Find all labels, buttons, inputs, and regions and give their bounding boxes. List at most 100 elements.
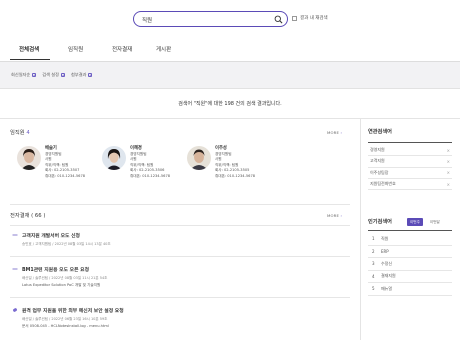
popular-rank: 1	[372, 236, 375, 242]
plus-icon: +	[60, 72, 66, 78]
plus-icon: +	[31, 72, 37, 78]
related-item-label[interactable]: 지원팀전화번호	[370, 181, 396, 187]
related-list: 경영지원 × 고객지원 × 이주성팀장 × 지원팀전화번호 ×	[368, 145, 452, 191]
filter-sort-label: 회신일자순	[11, 72, 31, 77]
employee-mobile: 휴대폰: 010-1234-5678	[215, 173, 256, 178]
avatar	[187, 146, 211, 170]
employees-section-title: 임직원 4	[10, 128, 30, 136]
document-icon	[12, 234, 18, 236]
close-icon[interactable]: ×	[447, 182, 450, 187]
approval-doc-meta: 배산일 / 솔루션팀 / 2022년 08월 03일 11시 21분 54초	[22, 275, 108, 280]
employees-more-label: MORE	[327, 130, 340, 135]
plus-icon: +	[87, 72, 93, 78]
sidebar-divider	[360, 118, 361, 340]
filter-sort[interactable]: 회신일자순 +	[11, 72, 37, 78]
popular-item[interactable]: 3 수정신	[368, 258, 452, 271]
search-within-label: 결과 내 재검색	[300, 16, 328, 21]
popular-rank: 3	[372, 261, 375, 267]
approval-doc-body: 문서 0508-045 - HCLNotesInstall.log - menu…	[22, 324, 109, 328]
popular-list: 1 직원 2 ERP 3 수정신 4 결재지원 5 매뉴얼	[368, 233, 452, 296]
avatar	[17, 146, 41, 170]
filter-attachments[interactable]: 첨부결과 +	[71, 72, 93, 78]
tab-employees[interactable]: 임직원	[59, 45, 97, 60]
employee-office-phone: 회사: 02-2105-3505	[215, 168, 250, 172]
related-item-label[interactable]: 이주성팀장	[370, 170, 388, 176]
popular-item[interactable]: 1 직원	[368, 233, 452, 246]
content-divider	[0, 118, 460, 119]
approval-more-link[interactable]: MORE ›	[327, 213, 342, 218]
popular-item-label[interactable]: 수정신	[381, 261, 392, 267]
employee-office-phone: 회사: 02-2105-3506	[130, 168, 165, 172]
search-within-checkbox[interactable]	[292, 15, 297, 21]
related-title: 연관검색어	[368, 129, 392, 135]
search-within-results[interactable]: 결과 내 재검색	[292, 15, 328, 21]
approval-doc[interactable]: 고객지원 개발서버 오도 신청 송민호 / 고객지원팀 / 2022년 08월 …	[22, 232, 111, 247]
search-icon[interactable]	[274, 15, 283, 24]
filter-settings[interactable]: 검색 설정 +	[42, 72, 66, 78]
chevron-right-icon: ›	[340, 213, 343, 218]
related-item[interactable]: 경영지원 ×	[368, 145, 452, 157]
popular-header-line	[368, 230, 452, 231]
result-message: 검색어 "직원"에 대한 198 건의 검색 결과입니다.	[178, 101, 282, 107]
tab-approval[interactable]: 전자결재	[103, 45, 145, 60]
avatar	[102, 146, 126, 170]
tab-board[interactable]: 게시판	[147, 45, 187, 60]
approval-doc-meta: 배산일 / 솔루션팀 / 2022년 06월 23일 16시 10분 59초	[22, 316, 108, 321]
popular-item[interactable]: 5 매뉴얼	[368, 283, 452, 296]
filter-attachments-label: 첨부결과	[71, 72, 87, 77]
close-icon[interactable]: ×	[447, 170, 450, 175]
filter-bar: 회신일자순 + 검색 설정 + 첨부결과 +	[0, 62, 460, 89]
employees-count: 4	[26, 130, 30, 136]
employee-mobile: 휴대폰: 010-1234-5678	[130, 173, 171, 178]
popular-tabs: 이번주 이번달	[407, 218, 443, 226]
employee-card[interactable]: 이혜경 경영지원팀 사원 직위/직책: 팀원 회사: 02-2105-3506 …	[102, 146, 182, 190]
approval-doc-title[interactable]: 고객지원 개발서버 오도 신청	[22, 232, 111, 239]
filter-settings-label: 검색 설정	[42, 72, 60, 77]
doc-divider	[10, 256, 350, 257]
related-item-label[interactable]: 경영지원	[370, 147, 385, 153]
search-input[interactable]	[142, 15, 262, 24]
related-item[interactable]: 지원팀전화번호 ×	[368, 179, 452, 191]
approval-doc-meta: 송민호 / 고객지원팀 / 2022년 08월 03일 14시 13분 40초	[22, 241, 111, 246]
search-box[interactable]	[133, 11, 288, 27]
approval-doc[interactable]: 원격 업무 지원을 위한 외부 메신저 보안 설정 요청 배산일 / 솔루션팀 …	[22, 307, 124, 329]
approval-doc-body: Lotus Expeditor Solution PoC 개발 및 기술지원	[22, 283, 101, 287]
approval-doc-title[interactable]: BM1관련 지원용 오도 오픈 요청	[22, 266, 107, 273]
employee-card[interactable]: 이주성 경영지원팀 사원 직위/직책: 팀원 회사: 02-2105-3505 …	[187, 146, 267, 190]
popular-tab-month[interactable]: 이번달	[427, 218, 443, 226]
approval-doc[interactable]: BM1관련 지원용 오도 오픈 요청 배산일 / 솔루션팀 / 2022년 08…	[22, 266, 107, 288]
approval-more-label: MORE	[327, 213, 340, 218]
approval-doc-title[interactable]: 원격 업무 지원을 위한 외부 메신저 보안 설정 요청	[22, 307, 124, 314]
chevron-right-icon: ›	[340, 130, 343, 135]
tab-all[interactable]: 전체검색	[10, 45, 50, 60]
related-header-line	[368, 142, 452, 143]
employees-title: 임직원	[10, 130, 25, 136]
employee-mobile: 휴대폰: 010-1234-5678	[45, 173, 86, 178]
popular-rank: 4	[372, 273, 375, 279]
section-divider	[10, 204, 350, 205]
close-icon[interactable]: ×	[447, 159, 450, 164]
employee-office-phone: 회사: 02-2105-3507	[45, 168, 80, 172]
popular-item-label[interactable]: 매뉴얼	[381, 286, 392, 292]
popular-item-label[interactable]: 결재지원	[381, 273, 396, 279]
popular-item-label[interactable]: 직원	[381, 236, 388, 242]
related-item-label[interactable]: 고객지원	[370, 158, 385, 164]
employee-card[interactable]: 배슬기 경영지원팀 사원 직위/직책: 팀원 회사: 02-2105-3507 …	[17, 146, 97, 190]
doc-divider	[10, 297, 350, 298]
popular-item-label[interactable]: ERP	[381, 249, 389, 254]
related-item[interactable]: 고객지원 ×	[368, 156, 452, 168]
popular-title: 인기검색어	[368, 219, 392, 225]
popular-tab-week[interactable]: 이번주	[407, 218, 423, 226]
approval-title: 전자결재 ( 66 )	[10, 213, 46, 219]
popular-rank: 5	[372, 286, 375, 292]
close-icon[interactable]: ×	[447, 148, 450, 153]
popular-item[interactable]: 4 결재지원	[368, 271, 452, 283]
popular-item[interactable]: 2 ERP	[368, 246, 452, 258]
paperclip-icon	[12, 308, 18, 312]
related-item[interactable]: 이주성팀장 ×	[368, 168, 452, 179]
search-tabs: 전체검색 임직원 전자결재 게시판	[10, 45, 187, 60]
popular-rank: 2	[372, 248, 375, 254]
employees-more-link[interactable]: MORE ›	[327, 130, 342, 135]
approval-header-divider	[10, 225, 350, 226]
document-icon	[12, 268, 18, 270]
